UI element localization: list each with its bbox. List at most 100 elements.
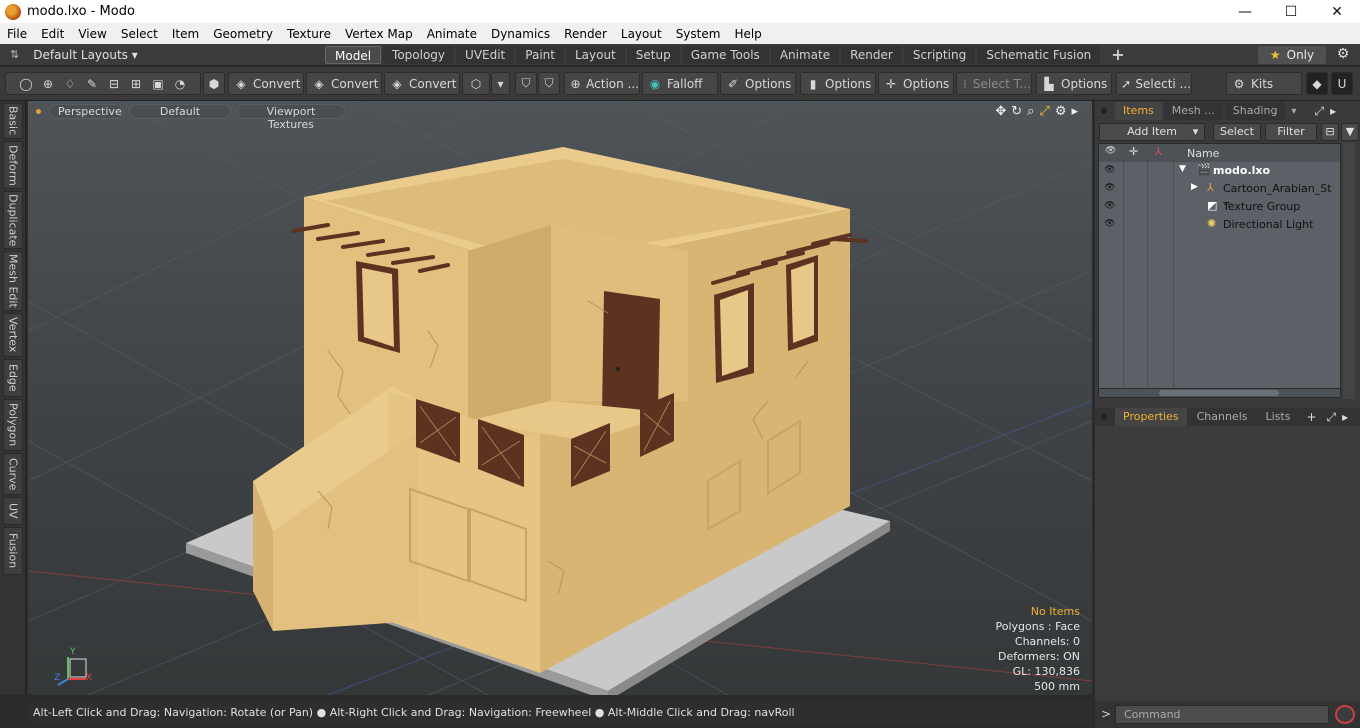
vertical-scrollbar[interactable] [1343,143,1355,399]
tab-scripting[interactable]: Scripting [903,46,976,64]
menu-vertex-map[interactable]: Vertex Map [338,27,420,41]
convert-button-2[interactable]: ◈ Convert [306,72,382,95]
menu-system[interactable]: System [669,27,728,41]
tab-edge[interactable]: Edge [3,359,23,397]
tab-vertex[interactable]: Vertex [3,313,23,357]
horizontal-scrollbar[interactable] [1098,388,1341,398]
shield-gear-icon[interactable]: ⛉ [538,72,560,95]
tab-mesh[interactable]: Mesh ... [1163,102,1223,120]
scrollbar-thumb[interactable] [1159,390,1279,396]
add-tab-icon[interactable]: + [1306,410,1316,424]
menu-edit[interactable]: Edit [34,27,71,41]
minimize-button[interactable]: — [1222,0,1268,23]
action-center-button[interactable]: ⊕ Action ... [564,72,640,95]
brush-icon[interactable]: ✎ [81,77,103,91]
menu-file[interactable]: File [0,27,34,41]
viewport-menu-dot[interactable] [36,108,41,114]
panel-options-icon[interactable]: ▸ [1330,104,1336,118]
list-item[interactable]: 👁 ◩ Texture Group [1099,198,1340,216]
chevron-down-icon[interactable]: ▾ [491,72,510,95]
zoom-icon[interactable]: ⌕ [1027,104,1034,119]
viewport-more-icon[interactable]: ▸ [1071,104,1078,119]
menu-view[interactable]: View [71,27,113,41]
expand-arrow-icon[interactable]: ▶ [1191,182,1198,192]
funnel-icon[interactable]: ▼ [1341,123,1359,141]
globe-icon[interactable]: ⊕ [37,77,59,91]
unreal-icon[interactable]: U [1331,72,1353,95]
select-button[interactable]: Select [1213,123,1261,141]
name-column-header[interactable]: Name [1187,147,1219,160]
tab-basic[interactable]: Basic [3,103,23,139]
options-button-3[interactable]: ✛ Options [878,72,954,95]
tab-layout[interactable]: Layout [565,46,625,64]
collapse-icon[interactable]: ⊟ [1321,123,1339,141]
tab-items[interactable]: Items [1115,102,1162,120]
panel-options-icon[interactable]: ▸ [1342,410,1348,424]
options-button-1[interactable]: ✐ Options [720,72,796,95]
panel-menu-dot[interactable] [1101,414,1107,420]
command-stop-icon[interactable] [1335,705,1355,724]
shading-mode-dropdown[interactable]: Default [129,103,231,119]
polygon-mode-icon[interactable]: ⊞ [125,77,147,91]
maximize-viewport-icon[interactable]: ⤢ [1039,104,1049,119]
expand-arrow-icon[interactable]: ▼ [1179,164,1186,174]
tab-render[interactable]: Render [841,46,902,64]
maximize-button[interactable]: ☐ [1268,0,1314,23]
list-item[interactable]: 👁 ▶ ⅄ Cartoon_Arabian_St ... [1099,180,1340,208]
only-toggle[interactable]: ★ Only [1258,46,1326,64]
selection-sets-button[interactable]: ➚ Selecti ... [1116,72,1192,95]
menu-geometry[interactable]: Geometry [206,27,280,41]
mesh-icon[interactable]: ⬢ [203,72,225,95]
tab-channels[interactable]: Channels [1188,408,1256,426]
tab-mesh-edit[interactable]: Mesh Edit [3,251,23,311]
tab-deform[interactable]: Deform [3,141,23,189]
tab-animate[interactable]: Animate [770,46,840,64]
menu-animate[interactable]: Animate [420,27,484,41]
rotate-icon[interactable]: ↻ [1011,104,1022,119]
visibility-column-icon[interactable]: 👁 [1105,146,1116,156]
cube-icon[interactable]: ⬡ [462,72,490,95]
tab-paint[interactable]: Paint [516,46,564,64]
pen-icon[interactable]: ♢ [59,77,81,91]
eye-icon[interactable]: 👁 [1104,201,1115,211]
tab-duplicate[interactable]: Duplicate [3,191,23,249]
menu-layout[interactable]: Layout [614,27,669,41]
tab-topology[interactable]: Topology [383,46,455,64]
shield-icon[interactable]: ⛉ [515,72,537,95]
tab-uvedit[interactable]: UVEdit [456,46,515,64]
close-button[interactable]: ✕ [1314,0,1360,23]
filter-button[interactable]: Filter [1265,123,1317,141]
eye-icon[interactable]: 👁 [1104,183,1115,193]
pan-icon[interactable]: ✥ [995,104,1006,119]
expand-panel-icon[interactable]: ⤢ [1327,410,1337,425]
viewport-settings-icon[interactable]: ⚙ [1055,104,1067,119]
tab-fusion[interactable]: Fusion [3,527,23,575]
list-item[interactable]: 👁 ✺ Directional Light [1099,216,1340,234]
options-button-4[interactable]: ▙ Options [1036,72,1112,95]
3d-viewport[interactable]: Y X Z Perspective Default Viewport Textu… [28,101,1092,695]
edge-mode-icon[interactable]: ⊟ [103,77,125,91]
tab-setup[interactable]: Setup [626,46,680,64]
view-mode-dropdown[interactable]: Perspective [49,103,123,119]
tab-model[interactable]: Model [325,46,382,64]
select-through-button[interactable]: ⁞ Select T... [956,72,1032,95]
menu-texture[interactable]: Texture [280,27,338,41]
tab-schematic-fusion[interactable]: Schematic Fusion [977,46,1101,64]
tab-properties[interactable]: Properties [1115,408,1187,426]
item-mode-icon[interactable]: ▣ [147,77,169,91]
tab-polygon[interactable]: Polygon [3,399,23,451]
locator-column-icon[interactable]: ⅄ [1155,145,1162,158]
tab-game-tools[interactable]: Game Tools [681,46,769,64]
viewport-textures-dropdown[interactable]: Viewport Textures [237,103,345,131]
layout-switch-icon[interactable]: ⇅ [10,48,19,61]
tab-curve[interactable]: Curve [3,453,23,495]
menu-dynamics[interactable]: Dynamics [484,27,557,41]
menu-help[interactable]: Help [727,27,768,41]
eye-icon[interactable]: 👁 [1104,165,1115,175]
material-mode-icon[interactable]: ◔ [169,77,191,91]
options-button-2[interactable]: ▮ Options [800,72,876,95]
tab-shading[interactable]: Shading [1224,102,1286,120]
add-tab-button[interactable]: + [1102,46,1133,64]
default-layouts-dropdown[interactable]: Default Layouts ▾ [33,48,138,62]
tab-uv[interactable]: UV [3,497,23,525]
